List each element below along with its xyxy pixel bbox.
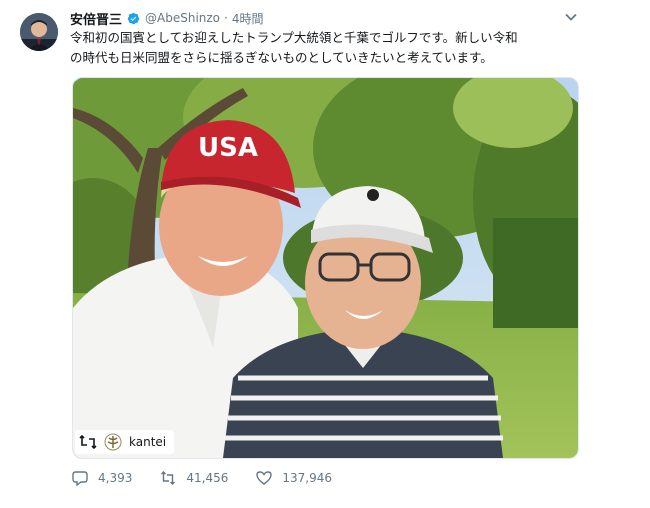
tweet-text: 令和初の国賓としてお迎えしたトランプ大統領と千葉でゴルフです。新しい令和 の時代… [70,28,590,68]
tweet-actions: 4,393 41,456 137,946 [72,470,360,486]
like-count: 137,946 [282,471,332,485]
tweet-text-line: の時代も日米同盟をさらに揺るぎないものとしていきたいと考えています。 [70,50,493,65]
chevron-down-icon[interactable] [564,10,578,24]
avatar[interactable] [20,13,58,51]
display-name[interactable]: 安倍晋三 [70,9,122,28]
verified-badge-icon [127,12,140,24]
reply-button[interactable]: 4,393 [72,470,132,486]
reply-count: 4,393 [98,471,133,485]
separator-dot: · [224,11,228,25]
handle[interactable]: @AbeShinzo [145,11,220,25]
like-button[interactable]: 137,946 [256,470,332,486]
reply-icon [72,471,88,486]
kantei-logo-icon [104,433,122,451]
retweet-button[interactable]: 41,456 [160,470,228,486]
retweet-icon [161,471,176,485]
repost-badge-label[interactable]: kantei [129,435,166,449]
like-icon [256,471,273,485]
tweet-photo[interactable]: USA kantei [72,77,579,459]
timestamp[interactable]: 4時間 [232,10,264,27]
repost-badge[interactable]: kantei [75,430,175,454]
tweet-text-line: 令和初の国賓としてお迎えしたトランプ大統領と千葉でゴルフです。新しい令和 [70,30,518,45]
retweet-count: 41,456 [186,471,229,485]
tweet-header: 安倍晋三 @AbeShinzo · 4時間 [70,8,264,28]
cap-lettering: USA [198,133,258,163]
repost-icon [79,435,97,449]
